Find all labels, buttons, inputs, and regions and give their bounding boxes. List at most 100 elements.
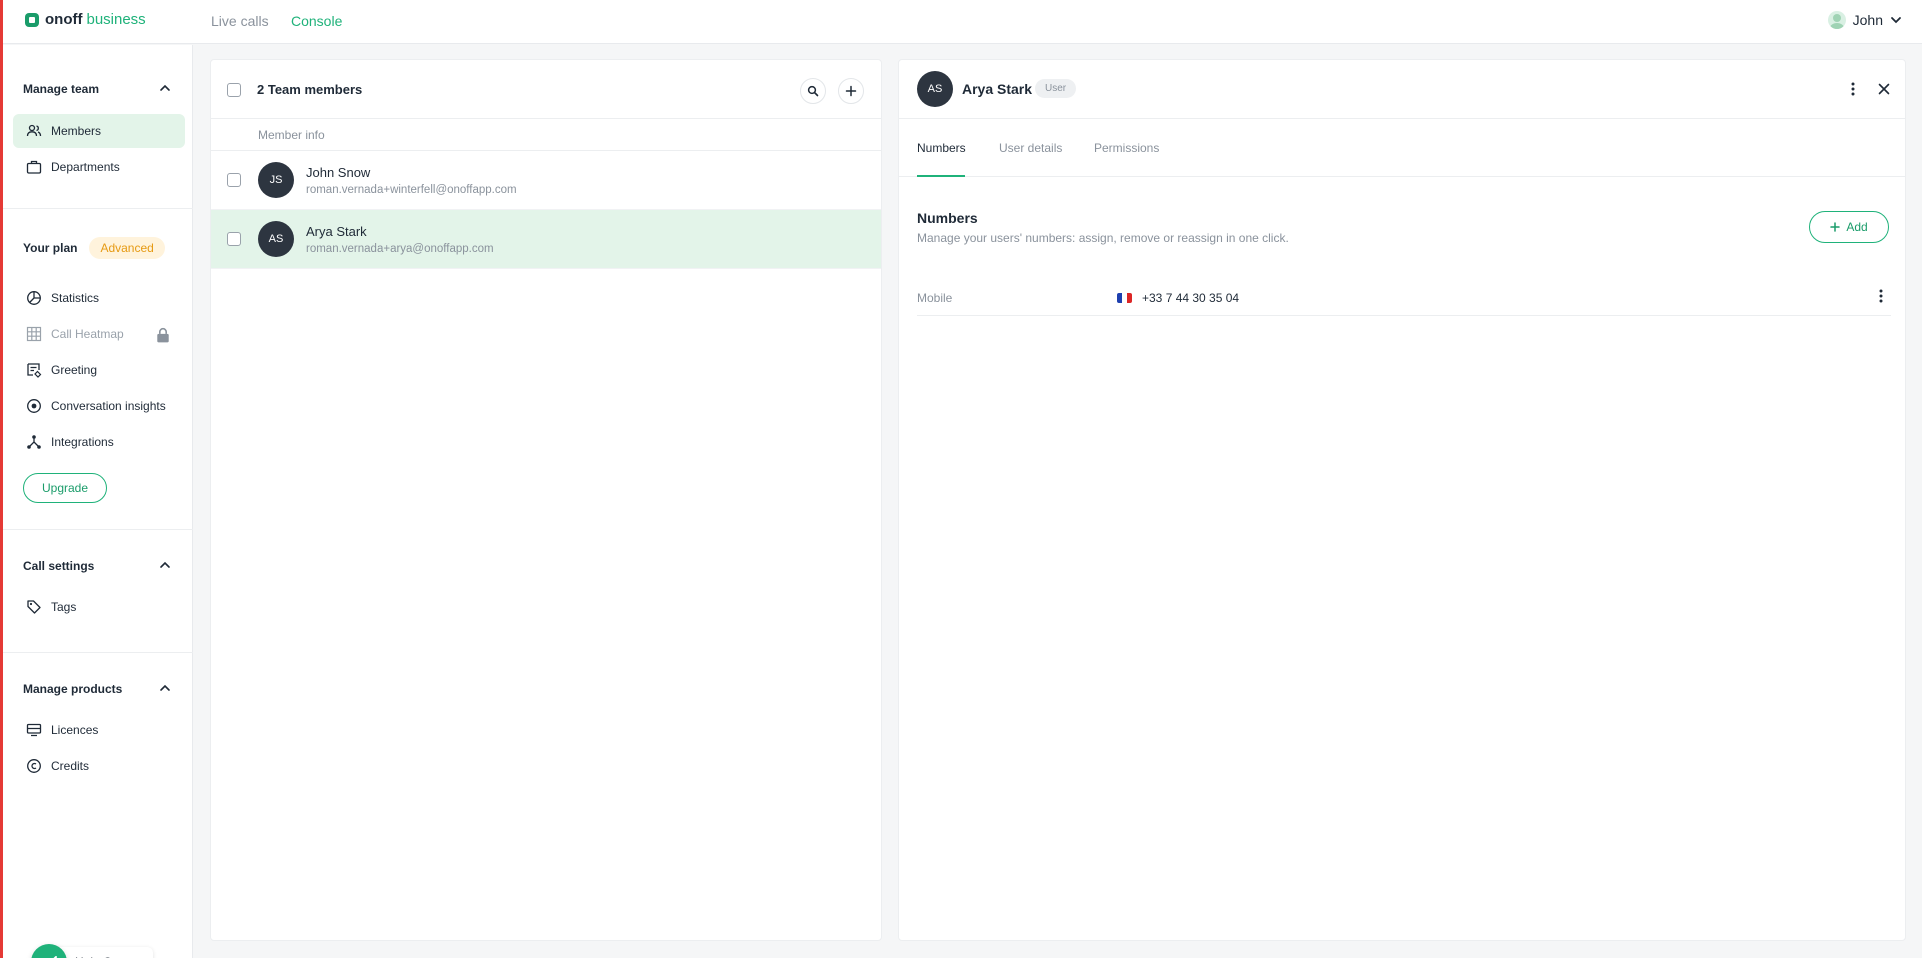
active-tab-indicator xyxy=(917,175,965,177)
sidebar-item-tags[interactable]: Tags xyxy=(13,590,185,624)
sidebar-item-greeting[interactable]: Greeting xyxy=(13,353,185,387)
chevron-up-icon[interactable] xyxy=(158,681,172,695)
divider xyxy=(3,529,193,530)
logo-text: onoff xyxy=(45,11,83,28)
pie-chart-icon xyxy=(27,291,41,305)
details-tabs: Numbers User details Permissions xyxy=(899,119,1905,177)
details-header: AS Arya Stark User xyxy=(899,60,1905,119)
call-settings-heading: Call settings xyxy=(23,559,94,573)
sidebar-item-label: Licences xyxy=(51,723,99,737)
details-name: Arya Stark xyxy=(962,81,1033,97)
phone-number: +33 7 44 30 35 04 xyxy=(1142,291,1240,305)
sidebar-item-members[interactable]: Members xyxy=(13,114,185,148)
upgrade-button[interactable]: Upgrade xyxy=(23,473,107,503)
sidebar-item-label: Call Heatmap xyxy=(51,327,124,341)
add-number-button[interactable]: Add xyxy=(1809,211,1889,243)
member-checkbox[interactable] xyxy=(227,232,241,246)
numbers-section-description: Manage your users' numbers: assign, remo… xyxy=(917,231,1289,245)
tab-user-details[interactable]: User details xyxy=(999,141,1062,155)
select-all-checkbox[interactable] xyxy=(227,83,241,97)
chevron-down-icon xyxy=(1891,17,1901,24)
greeting-icon xyxy=(27,363,42,378)
add-number-label: Add xyxy=(1846,220,1868,234)
divider xyxy=(3,652,193,653)
copyright-icon xyxy=(27,759,41,773)
member-avatar: JS xyxy=(258,162,294,198)
grid-icon xyxy=(26,326,42,342)
plus-icon xyxy=(1830,222,1841,232)
sidebar-item-label: Integrations xyxy=(51,435,114,449)
lock-icon xyxy=(157,327,169,343)
licence-icon xyxy=(26,723,42,737)
column-header: Member info xyxy=(211,119,881,151)
member-checkbox[interactable] xyxy=(227,173,241,187)
plus-icon xyxy=(845,85,857,97)
help-center[interactable]: Help Center xyxy=(31,944,154,958)
integrations-icon xyxy=(27,435,41,449)
logo-mark-icon xyxy=(25,12,39,27)
manage-products-heading: Manage products xyxy=(23,682,122,696)
more-options-button[interactable] xyxy=(1842,78,1864,100)
sidebar-item-statistics[interactable]: Statistics xyxy=(13,281,185,315)
sidebar-item-departments[interactable]: Departments xyxy=(13,150,185,184)
member-name: John Snow xyxy=(306,165,371,180)
briefcase-icon xyxy=(26,160,42,174)
sidebar-item-licences[interactable]: Licences xyxy=(13,713,185,747)
members-header: 2 Team members xyxy=(211,60,881,119)
members-panel: 2 Team members Member info JS John Snow … xyxy=(210,59,882,941)
top-bar: onoff business Live calls Console John xyxy=(3,0,1922,44)
members-icon xyxy=(26,124,42,137)
sidebar-item-credits[interactable]: Credits xyxy=(13,749,185,783)
members-title: 2 Team members xyxy=(257,82,363,97)
nav-tab-console[interactable]: Console xyxy=(291,13,342,29)
member-row-arya-stark[interactable]: AS Arya Stark roman.vernada+arya@onoffap… xyxy=(211,210,881,269)
sidebar-item-label: Greeting xyxy=(51,363,98,377)
sidebar-item-label: Credits xyxy=(51,759,90,773)
sidebar-item-integrations[interactable]: Integrations xyxy=(13,425,185,459)
close-icon xyxy=(1878,83,1890,95)
more-vertical-icon xyxy=(1851,82,1855,96)
sidebar: Manage team Members Departments Your pla… xyxy=(3,45,193,958)
search-button[interactable] xyxy=(800,78,826,104)
chevron-up-icon[interactable] xyxy=(158,81,172,95)
manage-products-title: Manage products xyxy=(23,682,123,696)
close-button[interactable] xyxy=(1873,78,1895,100)
numbers-section-title: Numbers xyxy=(917,210,978,226)
member-email: roman.vernada+arya@onoffapp.com xyxy=(306,243,494,255)
chevron-up-icon[interactable] xyxy=(158,558,172,572)
france-flag-icon xyxy=(1117,293,1132,303)
sidebar-item-call-heatmap[interactable]: Call Heatmap xyxy=(13,317,185,351)
member-avatar: AS xyxy=(258,221,294,257)
sidebar-item-label: Members xyxy=(51,124,102,138)
member-row-john-snow[interactable]: JS John Snow roman.vernada+winterfell@on… xyxy=(211,151,881,210)
plan-badge: Advanced xyxy=(89,237,165,259)
role-badge: User xyxy=(1035,79,1077,98)
help-chat-icon xyxy=(53,956,57,958)
number-options-button[interactable] xyxy=(1871,286,1891,306)
tab-permissions[interactable]: Permissions xyxy=(1094,141,1159,155)
number-row: Mobile +33 7 44 30 35 04 xyxy=(917,280,1891,316)
your-plan-title: Your plan xyxy=(23,241,78,255)
your-plan-heading: Your plan Advanced xyxy=(23,237,165,259)
sidebar-item-label: Departments xyxy=(51,160,120,174)
sidebar-item-label: Statistics xyxy=(51,291,100,305)
nav-tab-live-calls[interactable]: Live calls xyxy=(211,13,269,29)
sidebar-item-conversation-insights[interactable]: Conversation insights xyxy=(13,389,185,423)
manage-team-title: Manage team xyxy=(23,82,100,96)
user-avatar-icon xyxy=(1827,11,1846,29)
sidebar-item-label: Conversation insights xyxy=(51,399,166,413)
search-icon xyxy=(807,85,819,97)
logo[interactable]: onoff business xyxy=(25,11,146,28)
tag-icon xyxy=(27,600,41,614)
call-settings-title: Call settings xyxy=(23,559,95,573)
tab-numbers[interactable]: Numbers xyxy=(917,141,966,155)
insights-icon xyxy=(27,399,41,413)
add-member-button[interactable] xyxy=(838,78,864,104)
user-name: John xyxy=(1852,12,1883,28)
more-vertical-icon xyxy=(1879,289,1883,303)
member-details-panel: AS Arya Stark User Numbers User details … xyxy=(898,59,1906,941)
number-type: Mobile xyxy=(917,291,953,305)
manage-team-heading: Manage team xyxy=(23,82,99,96)
member-email: roman.vernada+winterfell@onoffapp.com xyxy=(306,184,517,196)
user-menu[interactable]: John xyxy=(1827,11,1902,29)
